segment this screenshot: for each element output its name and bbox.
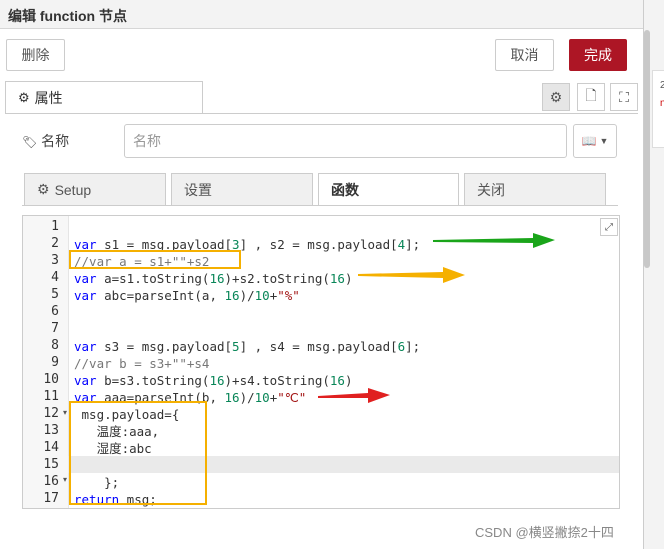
green-arrow <box>433 233 555 248</box>
yellow-arrow <box>358 267 465 283</box>
watermark: CSDN @横竖撇捺2十四 <box>475 525 614 540</box>
red-arrow <box>318 388 390 403</box>
annotation-arrows <box>318 233 555 403</box>
